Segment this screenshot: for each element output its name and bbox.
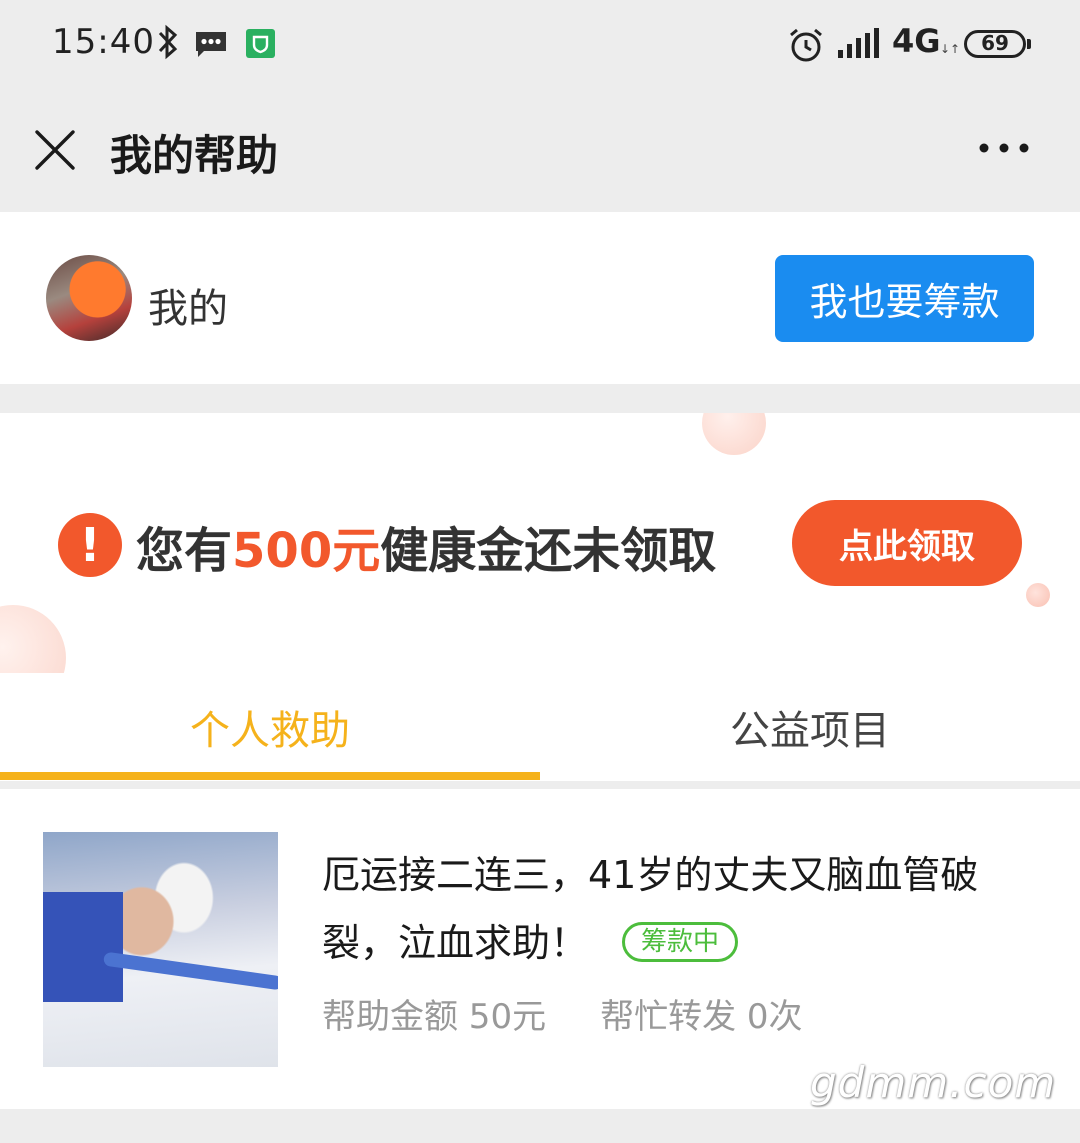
message-icon bbox=[196, 32, 226, 57]
banner-text-prefix: 您有 bbox=[136, 523, 233, 579]
network-type: 4G bbox=[892, 22, 941, 60]
signal-icon bbox=[838, 28, 879, 58]
alert-icon: ! bbox=[58, 513, 122, 577]
banner-text-suffix: 健康金还未领取 bbox=[380, 523, 717, 579]
share-count: 帮忙转发 0次 bbox=[600, 997, 803, 1037]
data-arrows-icon: ↓↑ bbox=[940, 42, 961, 56]
tab-charity-projects[interactable]: 公益项目 bbox=[540, 673, 1080, 781]
health-fund-banner[interactable]: ! 您有500元健康金还未领取 点此领取 bbox=[0, 413, 1080, 673]
battery-level: 69 bbox=[981, 31, 1009, 55]
start-fundraising-button[interactable]: 我也要筹款 bbox=[775, 255, 1034, 342]
more-icon[interactable] bbox=[976, 136, 1032, 160]
decor-circle bbox=[702, 413, 766, 455]
banner-message: 您有500元健康金还未领取 bbox=[136, 511, 716, 581]
claim-button[interactable]: 点此领取 bbox=[792, 500, 1022, 586]
campaign-thumbnail bbox=[43, 832, 278, 1067]
title-bar: 我的帮助 bbox=[0, 90, 1080, 212]
tab-personal-aid[interactable]: 个人救助 bbox=[0, 673, 540, 781]
shield-icon bbox=[246, 29, 275, 58]
status-time: 15:40 bbox=[52, 22, 155, 62]
help-amount: 帮助金额 50元 bbox=[322, 997, 547, 1037]
status-badge: 筹款中 bbox=[622, 921, 739, 962]
active-tab-indicator bbox=[0, 772, 540, 780]
decor-circle bbox=[0, 605, 66, 673]
alarm-icon bbox=[790, 28, 822, 62]
campaign-title-block: 厄运接二连三，41岁的丈夫又脑血管破裂，泣血求助！ 筹款中 bbox=[322, 841, 1022, 977]
watermark: gdmm.com bbox=[810, 1058, 1057, 1107]
user-row: 我的 我也要筹款 bbox=[0, 212, 1080, 384]
decor-circle bbox=[1026, 583, 1050, 607]
status-bar: 15:40 4G ↓↑ 69 bbox=[0, 0, 1080, 90]
battery-cap bbox=[1027, 39, 1031, 49]
campaign-meta: 帮助金额 50元 帮忙转发 0次 bbox=[322, 989, 803, 1038]
avatar[interactable] bbox=[46, 255, 132, 341]
battery-icon: 69 bbox=[964, 30, 1026, 58]
bluetooth-icon bbox=[158, 24, 178, 60]
tab-bar: 个人救助 公益项目 bbox=[0, 673, 1080, 781]
page-title: 我的帮助 bbox=[110, 131, 279, 180]
user-name: 我的 bbox=[148, 286, 228, 332]
close-icon[interactable] bbox=[34, 129, 76, 171]
banner-amount: 500元 bbox=[232, 523, 381, 579]
